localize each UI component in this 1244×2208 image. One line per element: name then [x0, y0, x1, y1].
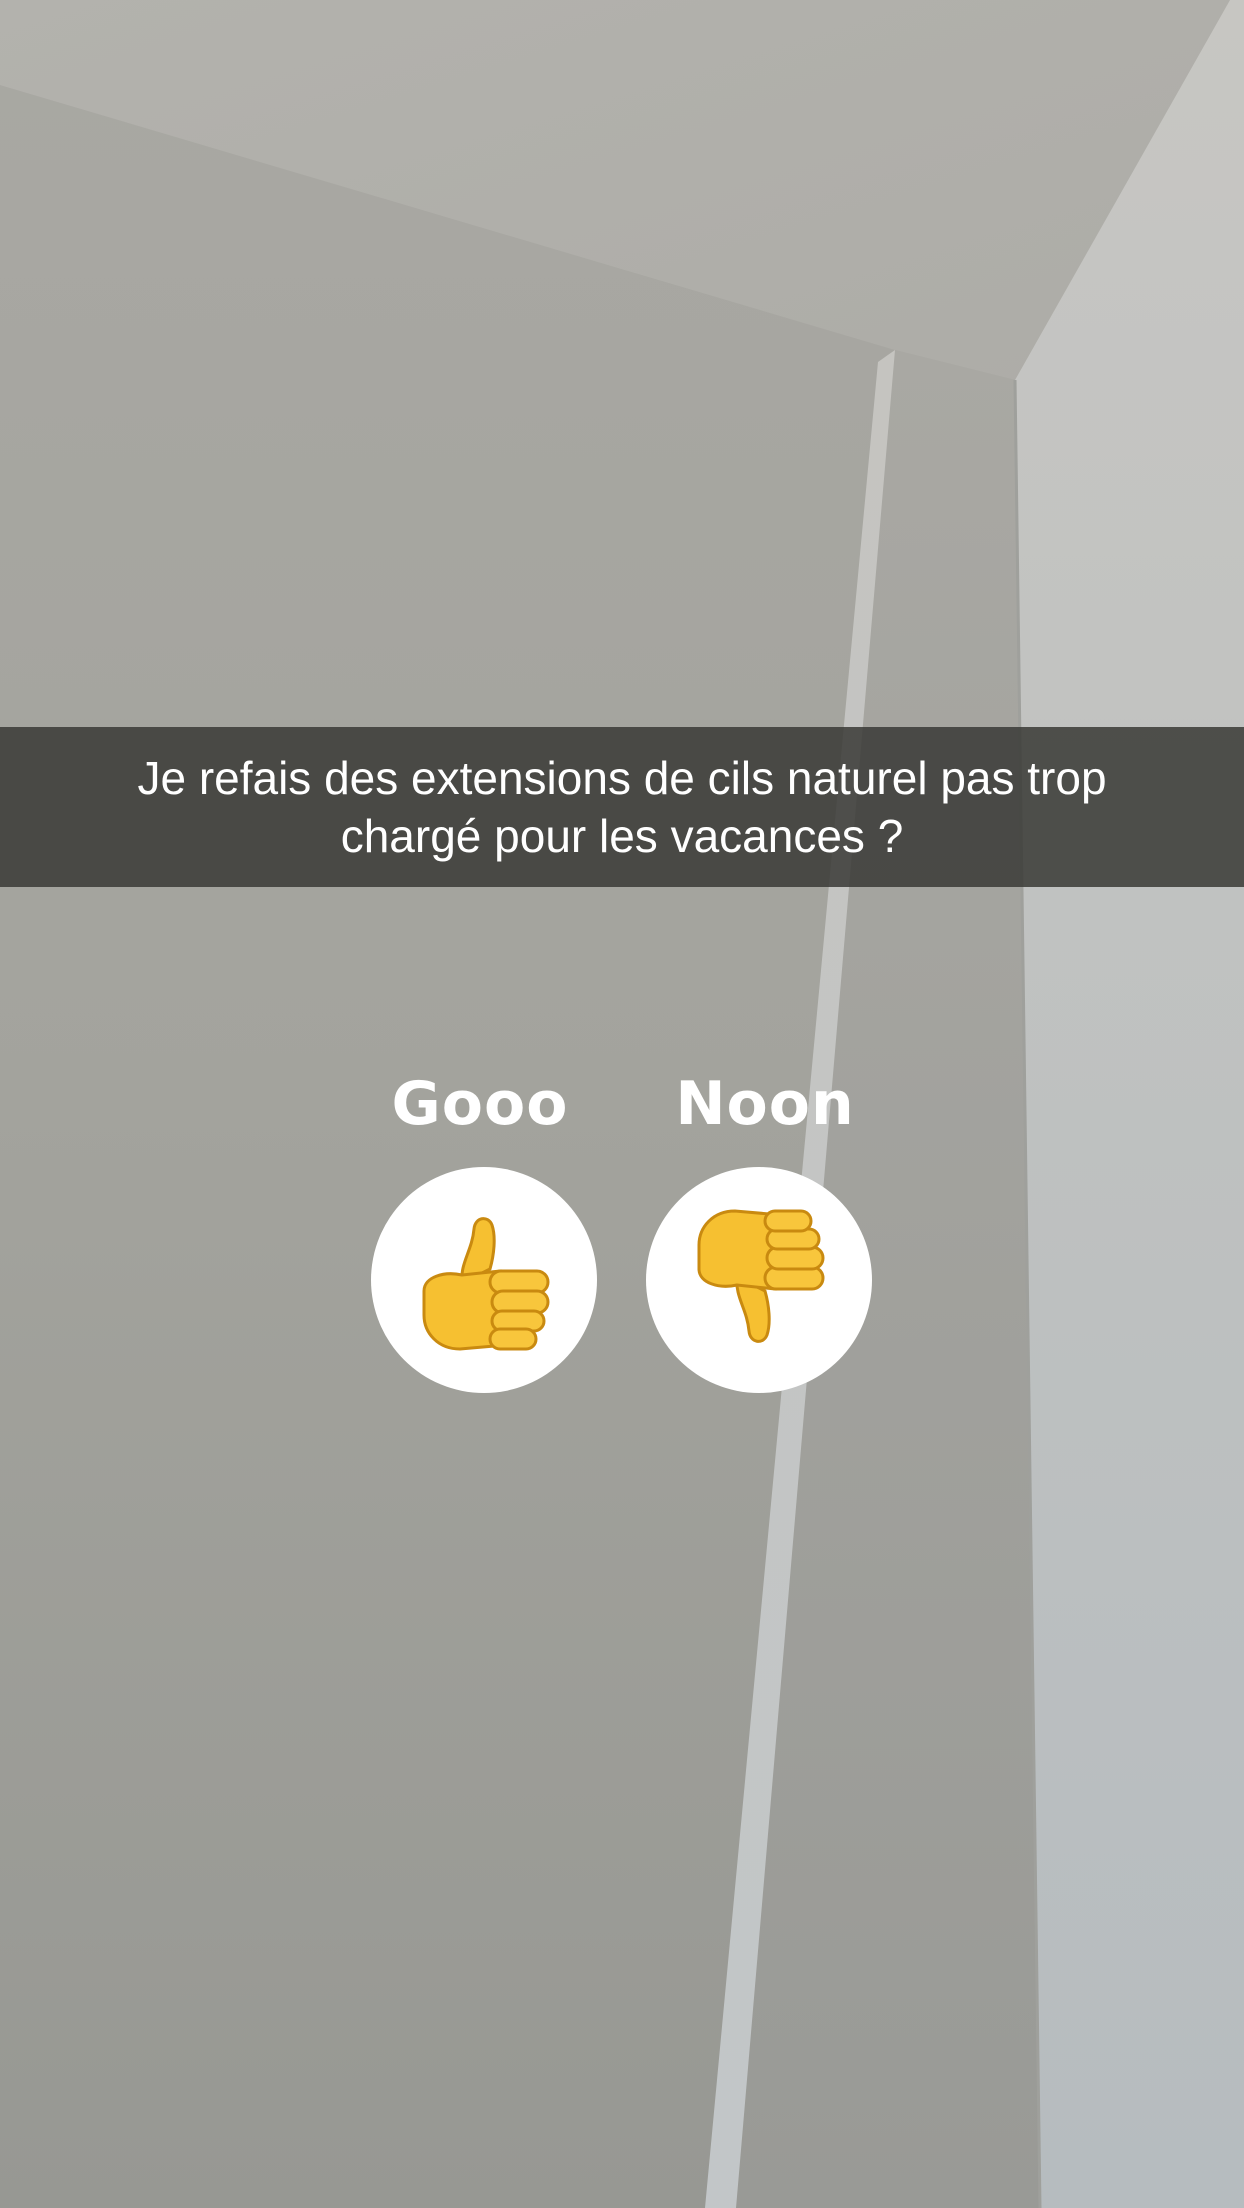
caption-bar: Je refais des extensions de cils naturel…	[0, 727, 1244, 887]
poll-option-label-no: Noon	[675, 1069, 855, 1139]
poll-option-no-button[interactable]	[646, 1167, 872, 1393]
poll-option-label-yes: Gooo	[391, 1069, 569, 1139]
caption-text: Je refais des extensions de cils naturel…	[137, 752, 1107, 862]
thumbs-up-icon	[414, 1205, 554, 1355]
poll-option-yes-button[interactable]	[371, 1167, 597, 1393]
background-photo	[0, 0, 1244, 2208]
thumbs-down-icon	[689, 1205, 829, 1355]
